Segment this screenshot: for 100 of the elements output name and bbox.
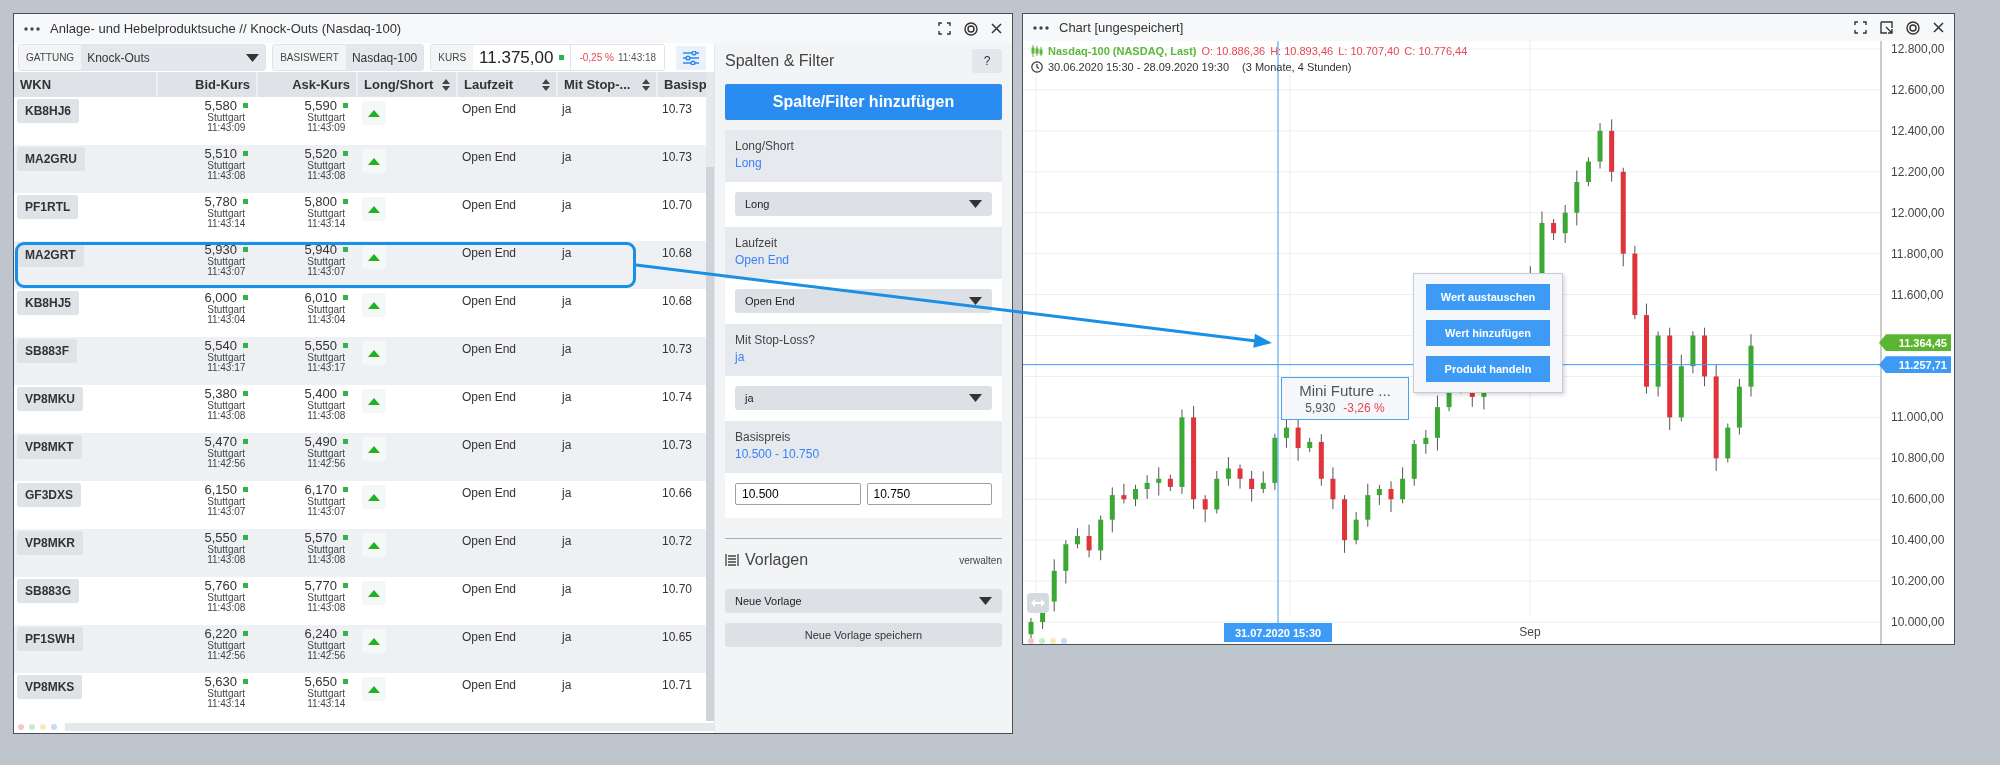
more-icon[interactable] — [24, 26, 40, 31]
wkn-tag[interactable]: KB8HJ6 — [17, 99, 80, 123]
venue-text: Stuttgart — [307, 353, 346, 363]
axis-label: 10.000,00 — [1891, 615, 1945, 629]
target-icon[interactable] — [964, 21, 978, 36]
table-row[interactable]: PF1SWH 6,220 Stuttgart 11:42:56 6,240 Stuttgart 11:42:56 Open End ja 10.65 — [14, 625, 706, 673]
venue-text: Stuttgart — [307, 593, 346, 603]
up-triangle-icon — [368, 445, 380, 453]
settings-button[interactable] — [676, 45, 706, 70]
wkn-tag[interactable]: SB883F — [17, 339, 78, 363]
direction-button[interactable] — [362, 245, 386, 269]
filter-dropdown[interactable]: Open End — [735, 289, 992, 313]
wkn-tag[interactable]: PF1SWH — [17, 627, 83, 651]
axis-label: Sep — [1519, 625, 1541, 639]
price-text: 5,520 — [304, 146, 337, 161]
wkn-tag[interactable]: GF3DXS — [17, 483, 81, 507]
input-field[interactable]: 10.750 — [866, 483, 992, 505]
template-dropdown[interactable]: Neue Vorlage — [725, 589, 1002, 613]
table-cell: Open End — [462, 630, 517, 644]
filter-dropdown[interactable]: Long — [735, 192, 992, 216]
price-text: 5,590 — [304, 98, 337, 113]
direction-button[interactable] — [362, 197, 386, 221]
price-text: 6,150 — [204, 482, 237, 497]
tooltip-price: 5,930 — [1305, 401, 1336, 415]
close-icon[interactable] — [991, 23, 1002, 34]
axis-label: 12.400,00 — [1891, 123, 1945, 138]
window-title: Chart [ungespeichert] — [1059, 20, 1185, 35]
wkn-tag[interactable]: VP8MKT — [17, 435, 82, 459]
table-cell: 10.73 — [662, 342, 693, 356]
candle — [1167, 474, 1173, 492]
scrollbar[interactable] — [65, 723, 714, 731]
table-row[interactable]: SB883F 5,540 Stuttgart 11:43:17 5,550 Stuttgart 11:43:17 Open End ja 10.73 — [14, 337, 706, 385]
direction-button[interactable] — [362, 101, 386, 125]
wkn-tag[interactable]: VP8MKU — [17, 387, 83, 411]
table-cell: Open End — [462, 582, 517, 596]
time-text: 11:43:17 — [307, 363, 346, 373]
table-row[interactable]: VP8MKT 5,470 Stuttgart 11:42:56 5,490 Stuttgart 11:42:56 Open End ja 10.73 — [14, 433, 706, 481]
manage-link[interactable]: verwalten — [959, 554, 1002, 566]
filter-summary: 10.500 - 10.750 — [735, 447, 821, 461]
wkn-tag[interactable]: KB8HJ5 — [17, 291, 80, 315]
price-text: 5,940 — [304, 242, 337, 257]
direction-button[interactable] — [362, 389, 386, 413]
price-text: 5,780 — [204, 194, 237, 209]
fullscreen-icon[interactable] — [938, 22, 951, 35]
filter-dropdown[interactable]: ja — [735, 386, 992, 410]
help-button[interactable]: ? — [972, 49, 1002, 73]
scroll-button[interactable] — [1027, 593, 1049, 613]
column-header[interactable]: WKN — [14, 72, 156, 97]
direction-button[interactable] — [362, 437, 386, 461]
direction-button[interactable] — [362, 533, 386, 557]
candle — [1237, 463, 1243, 490]
direction-button[interactable] — [362, 485, 386, 509]
wkn-tag[interactable]: SB883G — [17, 579, 80, 603]
scrollbar[interactable] — [706, 72, 714, 721]
table-row[interactable]: VP8MKR 5,550 Stuttgart 11:43:08 5,570 Stuttgart 11:43:08 Open End ja 10.72 — [14, 529, 706, 577]
price-text: 6,000 — [204, 290, 237, 305]
table-row[interactable]: MA2GRU 5,510 Stuttgart 11:43:08 5,520 Stuttgart 11:43:08 Open End ja 10.73 — [14, 145, 706, 193]
table-row[interactable]: MA2GRT 5,930 Stuttgart 11:43:07 5,940 Stuttgart 11:43:07 Open End ja 10.68 — [14, 241, 706, 289]
table-cell: 10.66 — [662, 486, 693, 500]
venue-text: Stuttgart — [307, 641, 346, 651]
direction-button[interactable] — [362, 581, 386, 605]
target-icon[interactable] — [1906, 20, 1920, 35]
price-text: 6,010 — [304, 290, 337, 305]
price-text: 5,580 — [204, 98, 237, 113]
price-text: 5,630 — [204, 674, 237, 689]
direction-button[interactable] — [362, 293, 386, 317]
wkn-tag[interactable]: MA2GRU — [17, 147, 85, 171]
candle — [1133, 484, 1138, 507]
input-field[interactable]: 10.500 — [735, 483, 861, 505]
wkn-tag[interactable]: MA2GRT — [17, 243, 84, 267]
wkn-tag[interactable]: PF1RTL — [17, 195, 79, 219]
direction-button[interactable] — [362, 629, 386, 653]
venue-text: Stuttgart — [307, 209, 346, 219]
table-cell: 10.73 — [662, 438, 693, 452]
direction-button[interactable] — [362, 341, 386, 365]
clock-icon — [1031, 61, 1043, 73]
candle — [1074, 527, 1080, 549]
crosshair-date-label: 31.07.2020 15:30 — [1224, 623, 1332, 642]
time-text: 11:43:08 — [207, 603, 246, 613]
candle — [1736, 378, 1742, 436]
price-text: 5,400 — [304, 386, 337, 401]
candle — [1225, 456, 1231, 487]
wkn-tag[interactable]: VP8MKS — [17, 675, 83, 699]
candle — [1249, 470, 1255, 503]
table-cell: Open End — [462, 150, 517, 164]
sort-icon — [542, 78, 550, 91]
candle — [1388, 480, 1394, 513]
save-template-button[interactable]: Neue Vorlage speichern — [725, 623, 1002, 647]
direction-button[interactable] — [362, 677, 386, 701]
venue-text: Stuttgart — [307, 401, 346, 411]
table-cell: ja — [562, 294, 572, 308]
filter-summary: ja — [735, 350, 746, 364]
more-icon[interactable] — [1033, 25, 1049, 30]
wkn-tag[interactable]: VP8MKR — [17, 531, 83, 555]
fullscreen-icon[interactable] — [1854, 21, 1867, 34]
double-arrow-icon — [1031, 599, 1045, 607]
popout-icon[interactable] — [1880, 21, 1893, 34]
type-dropdown[interactable]: Knock-Outs — [81, 45, 266, 70]
close-icon[interactable] — [1933, 22, 1944, 33]
direction-button[interactable] — [362, 149, 386, 173]
